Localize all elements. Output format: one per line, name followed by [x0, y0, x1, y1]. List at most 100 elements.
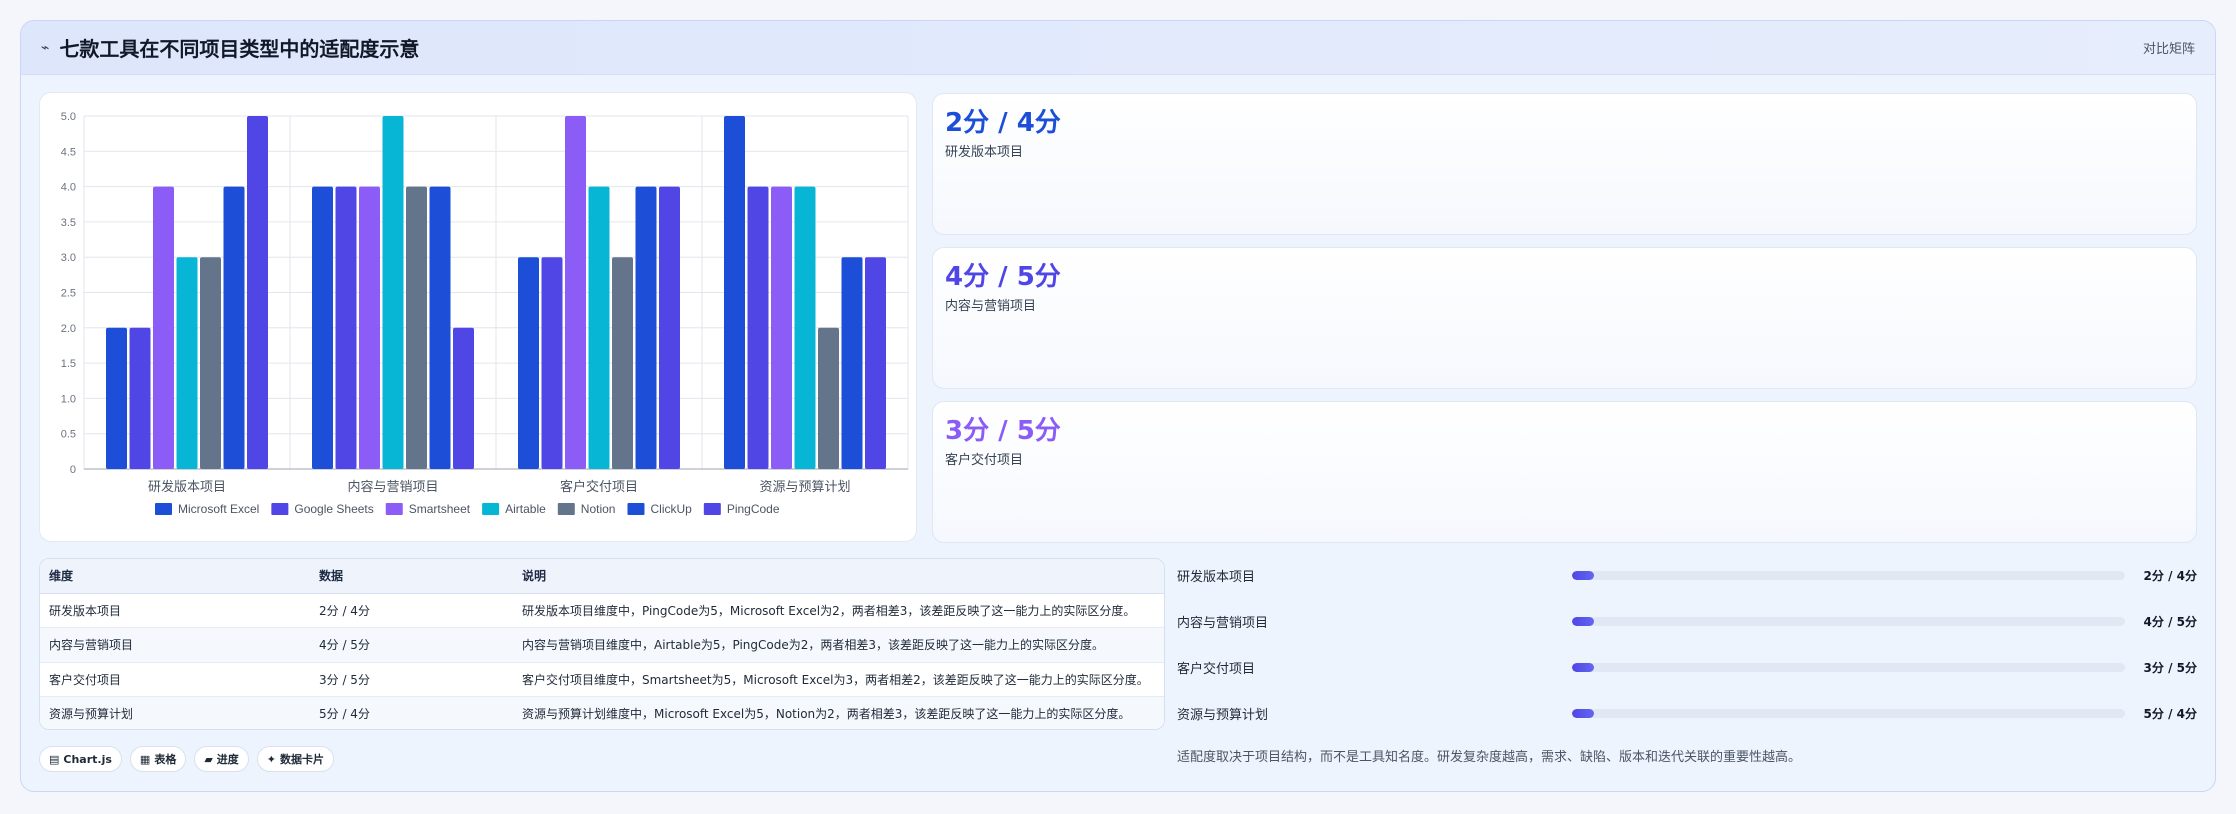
y-tick-label: 4.5	[61, 146, 76, 158]
chart-bar	[612, 257, 633, 469]
legend-swatch	[627, 503, 645, 515]
progress-label: 资源与预算计划	[1177, 707, 1269, 723]
progress-row: 内容与营销项目 4分 / 5分	[1177, 611, 2197, 631]
x-tick-label: 研发版本项目	[148, 479, 226, 495]
chart-bar	[865, 257, 886, 469]
legend-label: Microsoft Excel	[178, 502, 259, 516]
column-header: 说明	[513, 559, 1164, 594]
chart-bar	[659, 186, 680, 469]
legend-swatch	[703, 503, 721, 515]
chart-bar	[129, 327, 151, 469]
chart-bar	[541, 257, 563, 469]
table-row: 内容与营销项目 4分 / 5分 内容与营销项目维度中，Airtable为5，Pi…	[40, 627, 1164, 663]
table-icon: ▦	[139, 752, 151, 766]
stat-label: 研发版本项目	[945, 145, 1024, 160]
chart-bar	[818, 327, 839, 469]
panel-header: ⌁ 七款工具在不同项目类型中的适配度示意 对比矩阵	[21, 21, 2215, 75]
chart-bar	[200, 257, 221, 469]
progress-row: 客户交付项目 3分 / 5分	[1177, 657, 2197, 677]
legend-swatch	[385, 503, 403, 515]
table-header-row: 维度 数据 说明	[40, 559, 1164, 594]
table-row: 研发版本项目 2分 / 4分 研发版本项目维度中，PingCode为5，Micr…	[40, 593, 1164, 628]
bar-chart: 0 0.5 1.0 1.5 2.0 2.5 3.0 3.5 4.0 4.5 5.0 研发版本项目 内容与…	[61, 111, 909, 516]
y-tick-label: 5.0	[61, 111, 76, 123]
chart-bar	[771, 186, 792, 469]
progress-label: 内容与营销项目	[1177, 615, 1269, 631]
table-cell: 资源与预算计划	[40, 696, 310, 729]
progress-fill	[1572, 662, 1595, 672]
progress-value: 3分 / 5分	[2143, 660, 2197, 675]
chart-bar	[312, 186, 333, 469]
progress-fill	[1572, 570, 1595, 580]
table-cell: 5分 / 4分	[310, 696, 513, 729]
y-tick-label: 2.5	[61, 288, 76, 300]
tag-data-card[interactable]: ✦ 数据卡片	[256, 746, 335, 772]
legend-label: PingCode	[727, 502, 780, 516]
progress-row: 研发版本项目 2分 / 4分	[1177, 565, 2197, 585]
chart-bar	[747, 186, 769, 469]
tag-label: 表格	[154, 753, 177, 766]
stat-label: 内容与营销项目	[945, 299, 1037, 314]
x-tick-label: 客户交付项目	[560, 479, 638, 495]
legend-label: Google Sheets	[294, 502, 373, 516]
legend-label: ClickUp	[650, 502, 692, 516]
progress-fill	[1572, 708, 1595, 718]
chart-bar	[382, 116, 404, 469]
chart-bar	[588, 186, 610, 469]
chart-bar	[247, 116, 268, 469]
chart-bar	[518, 257, 539, 469]
progress-value: 4分 / 5分	[2143, 614, 2197, 629]
column-header: 数据	[310, 559, 513, 594]
stat-value: 4分 / 5分	[945, 262, 1061, 292]
progress-icon: ▰	[204, 752, 213, 766]
chart-bar	[565, 116, 586, 469]
chart-bar	[153, 186, 174, 469]
chart-bar	[223, 186, 245, 469]
progress-track	[1572, 570, 2125, 580]
matrix-badge: 对比矩阵	[2142, 42, 2195, 57]
tag-table[interactable]: ▦ 表格	[129, 746, 187, 772]
y-tick-label: 3.0	[61, 252, 76, 264]
insight-note: 适配度取决于项目结构，而不是工具知名度。研发复杂度越高，需求、缺陷、版本和迭代关…	[1177, 750, 1802, 765]
tag-label: 数据卡片	[280, 753, 325, 766]
chart-bar	[635, 186, 657, 469]
y-tick-label: 0.5	[61, 429, 76, 441]
progress-value: 2分 / 4分	[2143, 568, 2197, 583]
chart-bar	[406, 186, 427, 469]
y-tick-label: 0	[70, 464, 76, 476]
chart-bar	[724, 116, 745, 469]
progress-label: 客户交付项目	[1177, 661, 1256, 677]
data-table-card: 维度 数据 说明 研发版本项目 2分 / 4分 研发版本项目维度中，PingCo…	[39, 558, 1165, 730]
card-icon: ✦	[266, 752, 277, 766]
chart-bar	[359, 186, 380, 469]
legend-label: Smartsheet	[409, 502, 471, 516]
chart-bar	[794, 186, 816, 469]
table-cell: 内容与营销项目维度中，Airtable为5，PingCode为2，两者相差3，该…	[513, 627, 1164, 663]
progress-track	[1572, 708, 2125, 718]
chart-bar	[106, 327, 127, 469]
chart-bar	[176, 257, 198, 469]
stat-value: 2分 / 4分	[945, 108, 1061, 138]
table-row: 客户交付项目 3分 / 5分 客户交付项目维度中，Smartsheet为5，Mi…	[40, 662, 1164, 697]
column-header: 维度	[40, 559, 310, 594]
chart-bar	[453, 327, 474, 469]
stat-card-3: 3分 / 5分 客户交付项目	[932, 401, 2197, 543]
table-row: 资源与预算计划 5分 / 4分 资源与预算计划维度中，Microsoft Exc…	[40, 696, 1164, 729]
stat-card-1: 2分 / 4分 研发版本项目	[932, 93, 2197, 235]
table-cell: 内容与营销项目	[40, 627, 310, 663]
x-tick-label: 内容与营销项目	[347, 479, 438, 495]
wave-icon: ⌁	[41, 39, 50, 56]
legend-swatch	[482, 503, 500, 515]
progress-value: 5分 / 4分	[2143, 706, 2197, 721]
tag-progress[interactable]: ▰ 进度	[194, 746, 249, 772]
feature-tags: ▤ Chart.js ▦ 表格 ▰ 进度 ✦ 数据卡片	[39, 746, 335, 772]
table-cell: 客户交付项目	[40, 662, 310, 697]
legend-swatch	[155, 503, 172, 515]
chart-bar	[335, 186, 357, 469]
bar-chart-card: 0 0.5 1.0 1.5 2.0 2.5 3.0 3.5 4.0 4.5 5.0 研发版本项目 内容与…	[39, 92, 917, 542]
progress-row: 资源与预算计划 5分 / 4分	[1177, 703, 2197, 723]
progress-track	[1572, 616, 2125, 626]
stat-value: 3分 / 5分	[945, 416, 1061, 446]
tag-chartjs[interactable]: ▤ Chart.js	[39, 746, 122, 772]
table-cell: 3分 / 5分	[310, 662, 513, 697]
